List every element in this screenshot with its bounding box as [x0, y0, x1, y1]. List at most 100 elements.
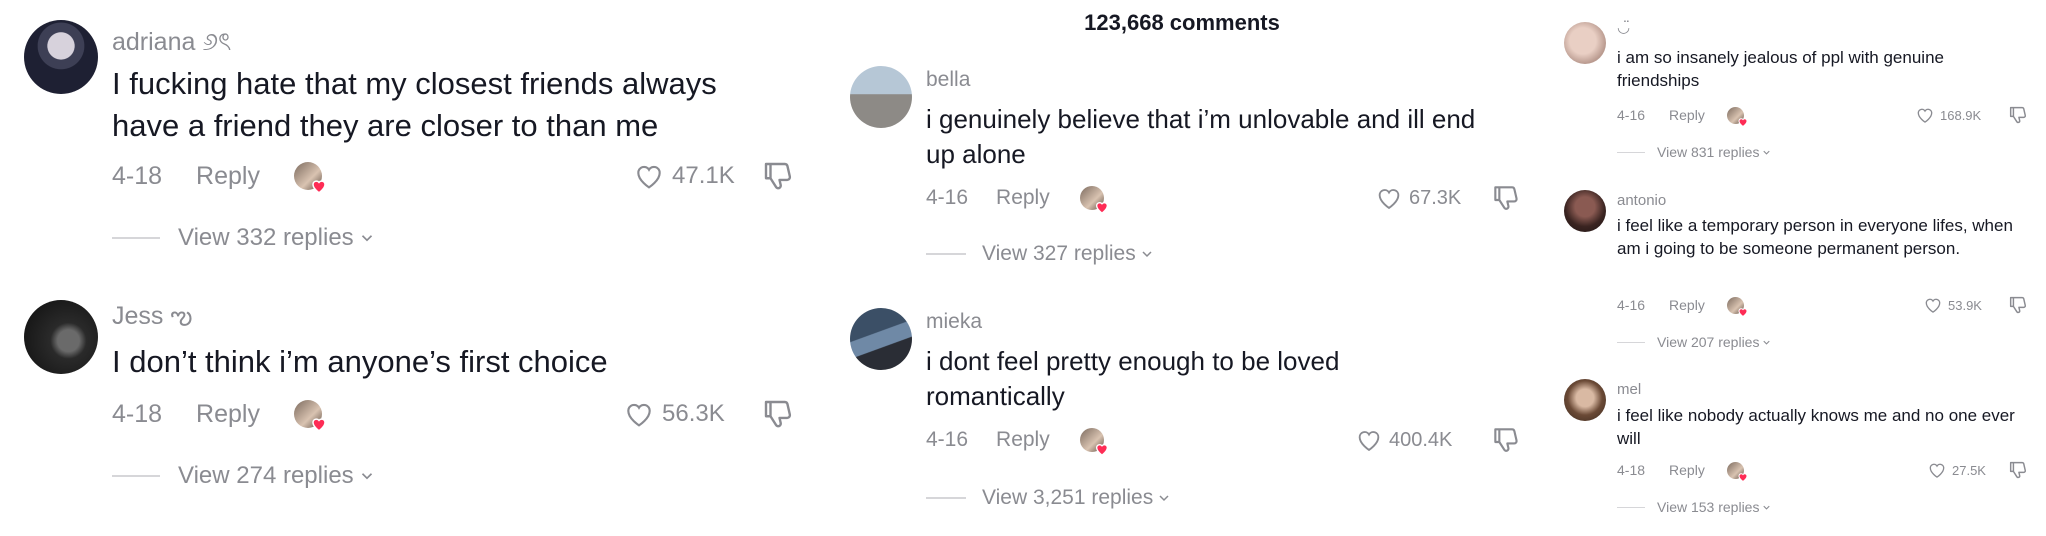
view-replies-label: View 207 replies [1657, 334, 1760, 350]
comment-date: 4-18 [112, 399, 163, 428]
comment-meta: 4-18 Reply [112, 158, 326, 194]
like-button[interactable]: 47.1K [632, 158, 735, 194]
reply-button[interactable]: Reply [196, 162, 260, 191]
comment-text: I don’t think i’m anyone’s first choice [112, 344, 608, 379]
comment-date: 4-18 [1617, 462, 1646, 478]
reply-button[interactable]: Reply [1669, 462, 1705, 478]
avatar[interactable] [1564, 379, 1606, 421]
comment-username[interactable]: antonio [1617, 192, 1666, 209]
heart-badge-icon [1738, 307, 1748, 317]
view-replies-button[interactable]: View 274 replies [112, 462, 376, 490]
comment-text: i genuinely believe that i’m unlovable a… [926, 104, 1476, 170]
like-button[interactable]: 168.9K [1914, 104, 1981, 126]
replies-divider [926, 497, 966, 499]
heart-outline-icon [627, 403, 651, 427]
reply-button[interactable]: Reply [1669, 107, 1705, 123]
chevron-down-icon [1159, 495, 1169, 502]
comment-username[interactable]: ◡̈ [1617, 18, 1630, 36]
like-count: 47.1K [672, 162, 735, 189]
heart-badge-icon [1095, 444, 1108, 456]
thumbs-down-icon[interactable] [1490, 424, 1522, 456]
like-count: 67.3K [1409, 186, 1462, 209]
comment-item: antonio i feel like a temporary person i… [1552, 180, 2046, 375]
view-replies-label: View 327 replies [982, 242, 1136, 265]
like-count: 53.9K [1948, 297, 1982, 313]
view-replies-label: View 3,251 replies [982, 486, 1154, 509]
comment-username[interactable]: Jess ఌ [112, 302, 192, 337]
comment-meta: 4-18 Reply [112, 396, 326, 432]
heart-outline-icon [637, 165, 661, 189]
replies-divider [1617, 506, 1645, 508]
thumbs-down-icon[interactable] [2007, 104, 2029, 126]
creator-liked-avatar [1726, 461, 1748, 482]
avatar[interactable] [1564, 190, 1606, 232]
like-count: 27.5K [1952, 462, 1986, 478]
creator-liked-avatar [293, 162, 326, 194]
thumbs-down-icon[interactable] [760, 158, 796, 194]
heart-badge-icon [312, 418, 326, 432]
comment-item: mel i feel like nobody actually knows me… [1552, 375, 2046, 536]
reply-button[interactable]: Reply [996, 186, 1050, 210]
heart-badge-icon [1738, 117, 1748, 127]
comment-date: 4-16 [926, 186, 969, 209]
replies-divider [926, 253, 966, 255]
reply-button[interactable]: Reply [1669, 297, 1705, 313]
like-button[interactable]: 67.3K [1374, 182, 1461, 214]
view-replies-label: View 274 replies [178, 462, 354, 489]
avatar[interactable] [850, 66, 912, 128]
creator-liked-avatar [293, 400, 326, 432]
comment-item: ◡̈ i am so insanely jealous of ppl with … [1552, 0, 2046, 180]
comment-item: bella i genuinely believe that i’m unlov… [830, 50, 1534, 290]
replies-divider [112, 475, 160, 477]
comments-panel-1: adriana ୬ৎ I fucking hate that my closes… [0, 0, 820, 536]
thumbs-down-icon[interactable] [1490, 182, 1522, 214]
avatar[interactable] [850, 308, 912, 370]
comment-meta: 4-16 Reply [1617, 104, 1748, 127]
comment-date: 4-16 [1617, 297, 1646, 313]
heart-outline-icon [1358, 431, 1380, 452]
heart-badge-icon [1095, 202, 1108, 214]
view-replies-button[interactable]: View 3,251 replies [926, 486, 1172, 510]
view-replies-label: View 332 replies [178, 224, 354, 251]
like-count: 56.3K [662, 400, 725, 427]
chevron-down-icon [1763, 505, 1771, 510]
creator-liked-avatar [1079, 428, 1108, 456]
like-count: 400.4K [1389, 428, 1453, 451]
chevron-down-icon [361, 235, 372, 242]
like-button[interactable]: 53.9K [1922, 294, 1982, 316]
comment-text: i am so insanely jealous of ppl with gen… [1617, 48, 1944, 90]
thumbs-down-icon[interactable] [760, 396, 796, 432]
avatar[interactable] [24, 20, 98, 94]
comment-text: i feel like a temporary person in everyo… [1617, 216, 2013, 258]
comment-meta: 4-16 Reply [926, 424, 1108, 456]
like-button[interactable]: 56.3K [622, 396, 725, 432]
comment-date: 4-16 [1617, 107, 1646, 123]
comment-username[interactable]: bella [926, 68, 970, 92]
avatar[interactable] [1564, 22, 1606, 64]
comment-username[interactable]: mel [1617, 381, 1641, 398]
like-button[interactable]: 400.4K [1354, 424, 1452, 456]
view-replies-button[interactable]: View 831 replies [1617, 144, 1772, 160]
comment-meta: 4-18 Reply [1617, 459, 1748, 482]
like-button[interactable]: 27.5K [1926, 459, 1986, 481]
comment-username[interactable]: adriana ୬ৎ [112, 22, 231, 65]
avatar[interactable] [24, 300, 98, 374]
thumbs-down-icon[interactable] [2007, 294, 2029, 316]
comment-item: Jess ఌ I don’t think i’m anyone’s first … [0, 290, 820, 536]
heart-outline-icon [1917, 108, 1933, 123]
comment-item: adriana ୬ৎ I fucking hate that my closes… [0, 0, 820, 270]
comments-panel-3: ◡̈ i am so insanely jealous of ppl with … [1552, 0, 2046, 536]
heart-badge-icon [1738, 472, 1748, 482]
view-replies-button[interactable]: View 332 replies [112, 224, 376, 252]
comment-username[interactable]: mieka [926, 310, 982, 334]
comment-meta: 4-16 Reply [926, 182, 1108, 214]
creator-liked-avatar [1726, 106, 1748, 127]
comments-panel-2: 123,668 comments bella i genuinely belie… [830, 0, 1534, 536]
heart-outline-icon [1929, 463, 1945, 478]
reply-button[interactable]: Reply [196, 400, 260, 429]
view-replies-button[interactable]: View 153 replies [1617, 499, 1772, 515]
reply-button[interactable]: Reply [996, 428, 1050, 452]
thumbs-down-icon[interactable] [2007, 459, 2029, 481]
view-replies-button[interactable]: View 207 replies [1617, 334, 1772, 350]
view-replies-button[interactable]: View 327 replies [926, 242, 1155, 266]
